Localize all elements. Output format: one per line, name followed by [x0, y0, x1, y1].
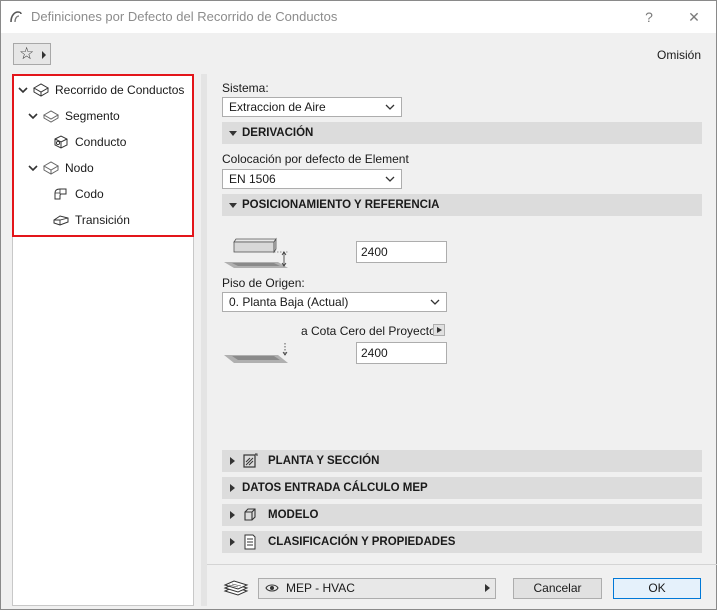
tree-item-label: Codo	[75, 187, 104, 201]
tree-item-label: Segmento	[65, 109, 120, 123]
planta-seccion-section-header[interactable]: PLANTA Y SECCIÓN	[222, 450, 702, 472]
tree-item-recorrido-de-conductos[interactable]: Recorrido de Conductos	[18, 80, 184, 100]
chevron-down-icon	[430, 299, 440, 305]
section-title: PLANTA Y SECCIÓN	[268, 455, 380, 467]
cota-reference-menu-button[interactable]	[433, 324, 445, 336]
colocacion-value: EN 1506	[229, 172, 276, 186]
tree-item-transicion[interactable]: Transición	[52, 210, 130, 230]
view-value: MEP - HVAC	[286, 581, 355, 595]
footer-separator	[207, 564, 717, 565]
datos-mep-section-header[interactable]: DATOS ENTRADA CÁLCULO MEP	[222, 477, 702, 499]
help-button[interactable]: ?	[637, 6, 661, 28]
chevron-down-icon	[385, 176, 395, 182]
derivacion-section-header[interactable]: DERIVACIÓN	[222, 122, 702, 144]
chevron-down-icon	[385, 104, 395, 110]
collapse-triangle-icon	[229, 203, 237, 208]
elbow-icon	[54, 188, 67, 200]
colocacion-dropdown[interactable]: EN 1506	[222, 169, 402, 189]
close-button[interactable]: ✕	[682, 6, 706, 28]
colocacion-label: Colocación por defecto de Element	[222, 152, 409, 166]
chevron-right-icon	[485, 584, 490, 592]
archicad-app-icon	[10, 11, 22, 23]
model-cube-icon	[244, 508, 256, 521]
tree-item-codo[interactable]: Codo	[52, 184, 104, 204]
piso-label: Piso de Origen:	[222, 276, 305, 290]
cancel-button[interactable]: Cancelar	[513, 578, 602, 599]
tree-item-label: Recorrido de Conductos	[55, 83, 185, 97]
height-value-2: 2400	[361, 346, 388, 360]
ok-button[interactable]: OK	[613, 578, 701, 599]
document-properties-icon	[244, 534, 256, 550]
eye-icon	[265, 584, 279, 592]
collapse-triangle-icon	[229, 131, 237, 136]
posicionamiento-section-header[interactable]: POSICIONAMIENTO Y REFERENCIA	[222, 194, 702, 216]
model-view-selector[interactable]: MEP - HVAC	[258, 578, 496, 599]
expand-triangle-icon	[230, 484, 235, 492]
tree-item-conducto[interactable]: Conducto	[52, 132, 126, 152]
duct-icon	[54, 135, 68, 149]
height-field-2[interactable]: 2400	[356, 342, 447, 364]
chevron-down-icon[interactable]	[18, 85, 28, 95]
favorites-button[interactable]: ☆	[13, 43, 51, 65]
section-title: CLASIFICACIÓN Y PROPIEDADES	[268, 536, 456, 548]
omision-label: Omisión	[656, 48, 701, 62]
tree-item-label: Transición	[75, 213, 130, 227]
layer-icon[interactable]	[222, 579, 250, 599]
expand-triangle-icon	[230, 457, 235, 465]
section-title: POSICIONAMIENTO Y REFERENCIA	[242, 199, 440, 211]
transition-icon	[53, 215, 69, 226]
duct-height-diagram	[224, 237, 288, 268]
tree-item-label: Nodo	[65, 161, 94, 175]
expand-triangle-icon	[230, 538, 235, 546]
modelo-section-header[interactable]: MODELO	[222, 504, 702, 526]
sistema-label: Sistema:	[222, 81, 269, 95]
window-title: Definiciones por Defecto del Recorrido d…	[31, 9, 338, 24]
sistema-dropdown[interactable]: Extraccion de Aire	[222, 97, 402, 117]
section-title: DERIVACIÓN	[242, 127, 314, 139]
dialog-window: Definiciones por Defecto del Recorrido d…	[0, 0, 717, 610]
node-icon	[42, 161, 60, 175]
star-icon: ☆	[19, 44, 35, 63]
panel-splitter[interactable]	[201, 74, 207, 606]
title-bar: Definiciones por Defecto del Recorrido d…	[1, 1, 716, 33]
clasificacion-section-header[interactable]: CLASIFICACIÓN Y PROPIEDADES	[222, 531, 702, 553]
tree-item-segmento[interactable]: Segmento	[28, 106, 120, 126]
segment-icon	[42, 110, 60, 123]
floor-plan-section-icon	[243, 453, 258, 468]
cota-label: a Cota Cero del Proyecto	[301, 324, 436, 338]
chevron-down-icon[interactable]	[28, 111, 38, 121]
tool-tree-panel	[12, 74, 194, 606]
chevron-down-icon[interactable]	[28, 163, 38, 173]
tree-item-label: Conducto	[75, 135, 127, 149]
project-zero-diagram	[224, 343, 288, 363]
height-value-1: 2400	[361, 245, 388, 259]
height-field-1[interactable]: 2400	[356, 241, 447, 263]
piso-value: 0. Planta Baja (Actual)	[229, 295, 349, 309]
section-title: MODELO	[268, 509, 319, 521]
expand-triangle-icon	[230, 511, 235, 519]
sistema-value: Extraccion de Aire	[229, 100, 326, 114]
piso-dropdown[interactable]: 0. Planta Baja (Actual)	[222, 292, 447, 312]
tree-item-nodo[interactable]: Nodo	[28, 158, 94, 178]
chevron-right-icon	[42, 51, 46, 59]
duct-route-icon	[32, 83, 50, 97]
section-title: DATOS ENTRADA CÁLCULO MEP	[242, 482, 428, 494]
